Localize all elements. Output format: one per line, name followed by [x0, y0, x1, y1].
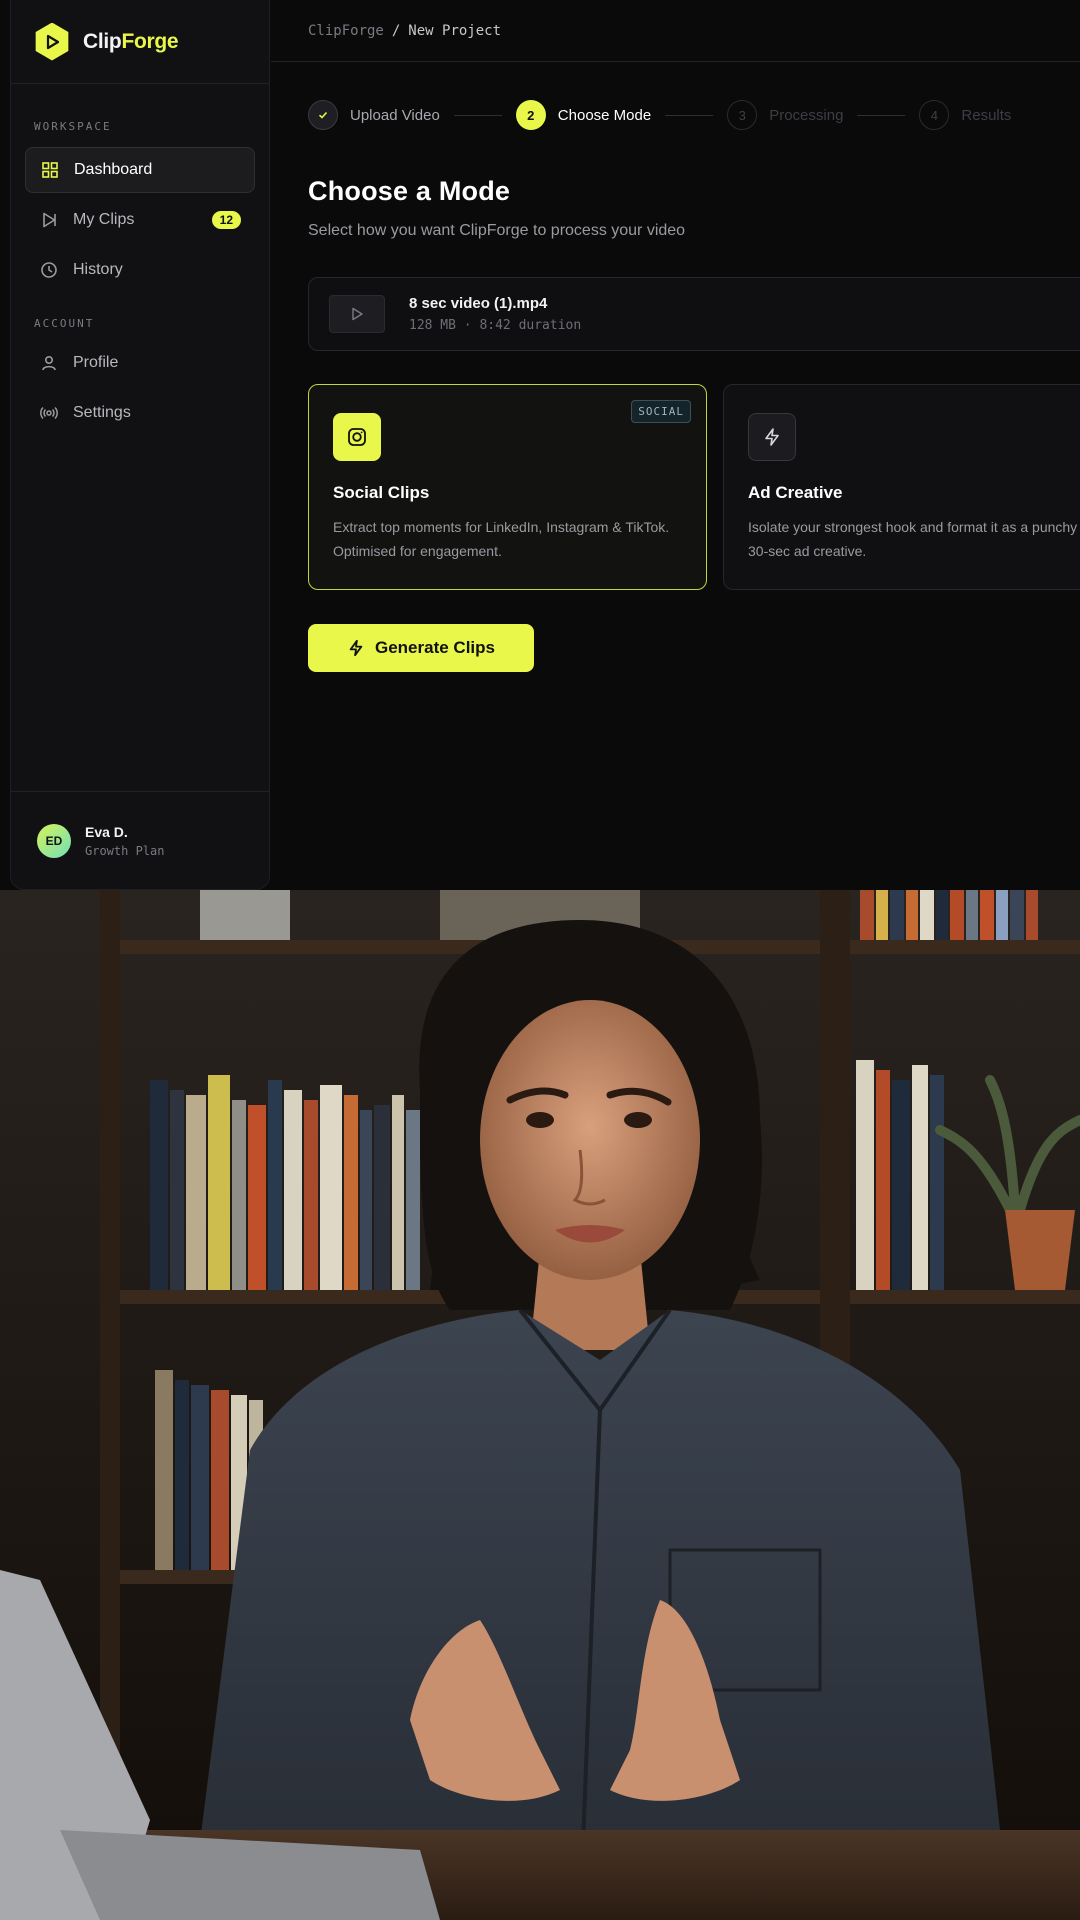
- step-label: Processing: [769, 106, 844, 124]
- user-icon: [39, 353, 59, 373]
- mode-description: Isolate your strongest hook and format i…: [748, 519, 1078, 559]
- progress-stepper: Upload Video 2 Choose Mode 3 Processing …: [308, 100, 1011, 130]
- generate-clips-button[interactable]: Generate Clips: [308, 624, 534, 672]
- mode-title: Social Clips: [333, 483, 430, 502]
- woman-speaking-illustration: [0, 890, 1080, 1920]
- step-label: Results: [961, 106, 1012, 124]
- step-connector: [453, 114, 502, 116]
- step-label: Upload Video: [350, 106, 440, 124]
- breadcrumb-root[interactable]: ClipForge: [308, 23, 384, 39]
- brand[interactable]: ClipForge: [11, 0, 269, 84]
- page-title: Choose a Mode: [308, 176, 511, 206]
- app-window: ClipForge WORKSPACE Dashboard My Clips 1…: [0, 0, 1080, 890]
- sidebar-item-label: My Clips: [73, 211, 135, 228]
- broadcast-icon: [39, 403, 59, 423]
- sidebar-item-profile[interactable]: Profile: [25, 340, 255, 386]
- social-tag: SOCIAL: [631, 400, 691, 423]
- sidebar-item-label: Profile: [73, 354, 119, 371]
- sidebar-item-label: Dashboard: [74, 161, 153, 178]
- step-connector: [857, 114, 906, 116]
- breadcrumb: ClipForge / New Project: [271, 0, 1080, 62]
- sidebar-item-label: Settings: [73, 404, 131, 421]
- video-preview-image: [0, 890, 1080, 1920]
- sidebar-item-dashboard[interactable]: Dashboard: [25, 147, 255, 193]
- play-outline-icon: [39, 210, 59, 230]
- avatar: ED: [37, 823, 71, 858]
- user-name: Eva D.: [85, 823, 128, 840]
- video-thumbnail[interactable]: [329, 295, 385, 333]
- file-name: 8 sec video (1).mp4: [409, 295, 548, 312]
- user-plan: Growth Plan: [85, 843, 165, 858]
- clock-icon: [39, 260, 59, 280]
- sidebar: ClipForge WORKSPACE Dashboard My Clips 1…: [10, 0, 270, 890]
- clipforge-logo-icon: [35, 22, 69, 61]
- page-subtitle: Select how you want ClipForge to process…: [308, 222, 686, 239]
- lightning-icon: [349, 639, 363, 657]
- step-processing: 3 Processing: [727, 100, 843, 130]
- step-results: 4 Results: [919, 100, 1011, 130]
- sidebar-item-label: History: [73, 261, 123, 278]
- sidebar-item-settings[interactable]: Settings: [25, 390, 255, 436]
- user-profile-card[interactable]: ED Eva D. Growth Plan: [11, 791, 269, 889]
- mode-description: Extract top moments for LinkedIn, Instag…: [333, 519, 670, 559]
- step-connector: [665, 114, 714, 116]
- breadcrumb-separator: /: [391, 22, 401, 39]
- step-label: Choose Mode: [557, 106, 652, 124]
- mode-card-social-clips[interactable]: SOCIAL Social Clips Extract top moments …: [308, 384, 707, 590]
- brand-name: ClipForge: [83, 29, 179, 53]
- sidebar-item-history[interactable]: History: [25, 247, 255, 293]
- step-number: 4: [919, 100, 950, 130]
- mode-title: Ad Creative: [748, 483, 843, 502]
- lightning-icon: [748, 413, 796, 461]
- sidebar-item-my-clips[interactable]: My Clips 12: [25, 197, 255, 243]
- step-upload-video[interactable]: Upload Video: [308, 100, 440, 130]
- uploaded-file-card[interactable]: 8 sec video (1).mp4 128 MB · 8:42 durati…: [308, 277, 1080, 351]
- step-number: 2: [515, 100, 546, 130]
- breadcrumb-current: New Project: [408, 22, 502, 39]
- clips-count-badge: 12: [211, 211, 241, 229]
- play-icon: [352, 307, 363, 321]
- generate-clips-label: Generate Clips: [375, 638, 495, 657]
- section-label-account: ACCOUNT: [34, 317, 95, 330]
- section-label-workspace: WORKSPACE: [34, 120, 112, 133]
- step-number: 3: [727, 100, 758, 130]
- file-meta: 128 MB · 8:42 duration: [409, 318, 582, 333]
- grid-icon: [40, 160, 60, 180]
- check-icon: [308, 100, 338, 130]
- step-choose-mode: 2 Choose Mode: [515, 100, 652, 130]
- instagram-icon: [333, 413, 381, 461]
- mode-card-ad-creative[interactable]: Ad Creative Isolate your strongest hook …: [723, 384, 1080, 590]
